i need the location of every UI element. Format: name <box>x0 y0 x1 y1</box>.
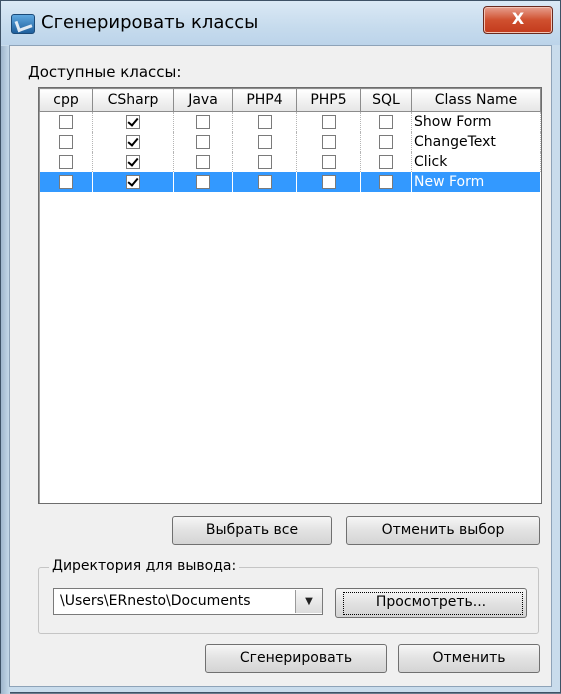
class-name-cell[interactable]: New Form <box>411 172 541 192</box>
combo-dropdown-arrow-icon[interactable]: ▼ <box>295 590 322 613</box>
cell-php5 <box>296 152 361 172</box>
title-bar[interactable]: Сгенерировать классы X <box>1 1 560 45</box>
java-checkbox[interactable] <box>196 135 210 149</box>
table-row[interactable]: New Form <box>39 172 541 192</box>
cell-csharp <box>92 152 174 172</box>
table-row[interactable]: Show Form <box>39 111 541 132</box>
php4-checkbox[interactable] <box>257 135 272 149</box>
cell-php5 <box>296 111 361 132</box>
php5-checkbox[interactable] <box>321 135 336 149</box>
cell-php5 <box>296 132 361 152</box>
col-header-cpp[interactable]: cpp <box>39 88 93 112</box>
cpp-checkbox[interactable] <box>58 135 73 149</box>
window-title: Сгенерировать классы <box>41 12 259 33</box>
classes-grid[interactable]: cpp CSharp Java PHP4 PHP5 SQL Class Name… <box>38 87 542 504</box>
col-header-java[interactable]: Java <box>173 88 233 112</box>
available-classes-label: Доступные классы: <box>28 63 182 81</box>
csharp-checkbox[interactable] <box>126 115 140 129</box>
csharp-checkbox[interactable] <box>126 175 140 189</box>
col-header-php5[interactable]: PHP5 <box>296 88 361 112</box>
col-header-sql[interactable]: SQL <box>360 88 412 112</box>
browse-focus-rect <box>343 592 523 615</box>
cell-cpp <box>39 132 93 152</box>
cell-csharp <box>92 111 174 132</box>
class-name-cell[interactable]: ChangeText <box>411 132 541 152</box>
cancel-button[interactable]: Отменить <box>398 644 540 673</box>
cpp-checkbox[interactable] <box>58 155 73 169</box>
classes-table: cpp CSharp Java PHP4 PHP5 SQL Class Name… <box>39 88 541 192</box>
app-icon <box>11 14 35 34</box>
class-name-cell[interactable]: Click <box>411 152 541 172</box>
csharp-checkbox[interactable] <box>126 155 140 169</box>
cell-csharp <box>92 132 174 152</box>
cell-php5 <box>296 172 361 192</box>
sql-checkbox[interactable] <box>379 115 393 129</box>
table-row[interactable]: Click <box>39 152 541 172</box>
php5-checkbox[interactable] <box>321 115 336 129</box>
php4-checkbox[interactable] <box>257 175 272 189</box>
table-row[interactable]: ChangeText <box>39 132 541 152</box>
csharp-checkbox[interactable] <box>126 135 140 149</box>
col-header-class-name[interactable]: Class Name <box>411 88 541 112</box>
generate-button[interactable]: Сгенерировать <box>205 644 387 673</box>
cell-sql <box>360 111 412 132</box>
java-checkbox[interactable] <box>196 155 210 169</box>
sql-checkbox[interactable] <box>379 135 393 149</box>
cell-php4 <box>232 172 297 192</box>
col-header-php4[interactable]: PHP4 <box>232 88 297 112</box>
cell-sql <box>360 132 412 152</box>
cpp-checkbox[interactable] <box>58 175 73 189</box>
cell-php4 <box>232 132 297 152</box>
sql-checkbox[interactable] <box>379 175 393 189</box>
col-header-csharp[interactable]: CSharp <box>92 88 174 112</box>
cell-sql <box>360 152 412 172</box>
class-name-cell[interactable]: Show Form <box>411 111 541 132</box>
php5-checkbox[interactable] <box>321 175 336 189</box>
java-checkbox[interactable] <box>196 175 210 189</box>
sql-checkbox[interactable] <box>379 155 393 169</box>
deselect-all-button[interactable]: Отменить выбор <box>346 516 540 545</box>
cell-cpp <box>39 152 93 172</box>
php5-checkbox[interactable] <box>321 155 336 169</box>
cell-java <box>173 152 233 172</box>
cell-java <box>173 172 233 192</box>
close-button[interactable]: X <box>483 6 553 34</box>
cell-php4 <box>232 152 297 172</box>
cpp-checkbox[interactable] <box>58 115 73 129</box>
output-path-combobox[interactable]: \Users\ERnesto\Documents <box>53 588 323 615</box>
output-directory-label: Директория для вывода: <box>49 558 240 574</box>
table-header-row: cpp CSharp Java PHP4 PHP5 SQL Class Name <box>39 88 541 112</box>
cell-csharp <box>92 172 174 192</box>
java-checkbox[interactable] <box>196 115 210 129</box>
cell-cpp <box>39 111 93 132</box>
cell-java <box>173 132 233 152</box>
cell-sql <box>360 172 412 192</box>
php4-checkbox[interactable] <box>257 115 272 129</box>
select-all-button[interactable]: Выбрать все <box>172 516 332 545</box>
cell-php4 <box>232 111 297 132</box>
cell-cpp <box>39 172 93 192</box>
php4-checkbox[interactable] <box>257 155 272 169</box>
cell-java <box>173 111 233 132</box>
